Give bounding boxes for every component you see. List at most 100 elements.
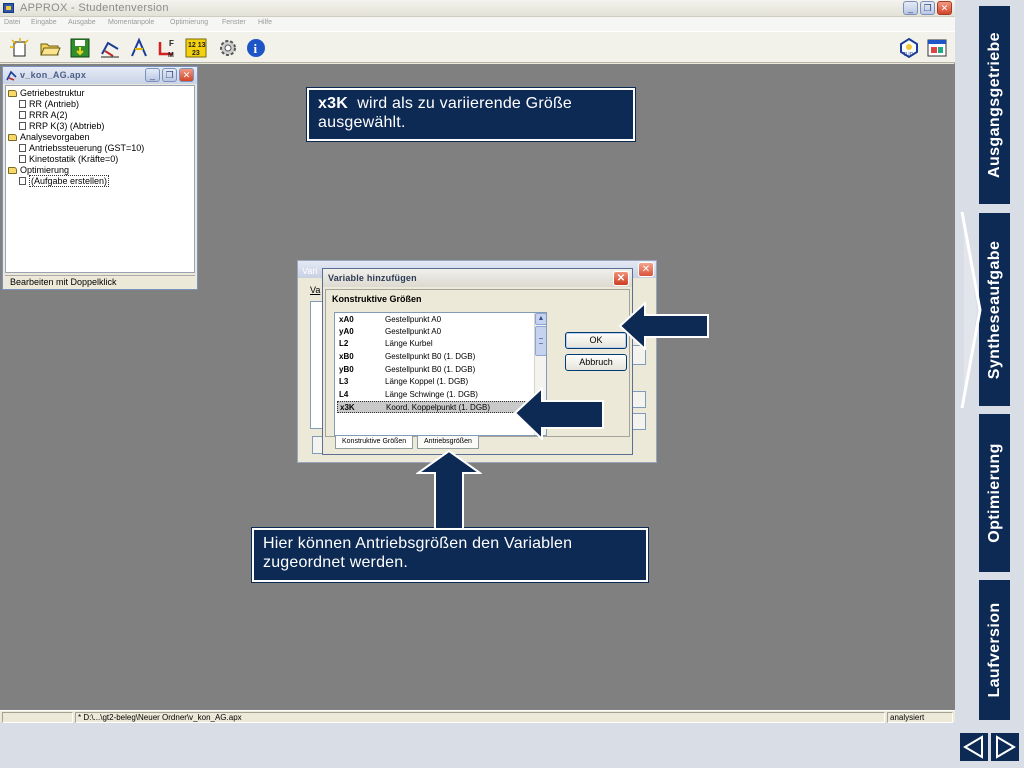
window-icon[interactable]	[926, 37, 948, 59]
list-item-desc: Länge Kurbel	[385, 339, 433, 348]
ok-button[interactable]: OK	[565, 332, 627, 349]
list-item[interactable]: L4 Länge Schwinge (1. DGB)	[337, 389, 529, 401]
menu-fenster[interactable]: Fenster	[222, 19, 246, 26]
variables-dialog-close-button[interactable]: ✕	[638, 262, 654, 277]
list-item-desc: Gestellpunkt A0	[385, 315, 442, 324]
menu-optimierung[interactable]: Optimierung	[170, 19, 208, 26]
group-label: Konstruktive Größen	[332, 294, 422, 304]
app-title: APPROX - Studentenversion	[20, 2, 169, 14]
list-item-code: xB0	[339, 352, 354, 361]
tree-item-kinetostatik[interactable]: Kinetostatik (Kräfte=0)	[19, 154, 118, 165]
variables-dialog-label: Va	[310, 285, 321, 295]
menu-hilfe[interactable]: Hilfe	[258, 19, 272, 26]
nav-tab-label: Optimierung	[985, 443, 1003, 543]
tree-item-label: Antriebssteuerung (GST=10)	[29, 143, 145, 153]
folder-icon	[8, 134, 17, 141]
nav-tab-syntheseaufgabe[interactable]: Syntheseaufgabe	[979, 213, 1010, 406]
tree-item-label: RR (Antrieb)	[29, 99, 80, 109]
tab-antriebsgroessen[interactable]: Antriebsgrößen	[417, 436, 479, 449]
tree-maximize-button[interactable]: ❐	[162, 68, 177, 82]
tree-item-rr[interactable]: RR (Antrieb)	[19, 99, 79, 110]
variables-dialog-title: Vari	[302, 266, 318, 276]
list-item-desc: Länge Koppel (1. DGB)	[385, 377, 469, 386]
list-item[interactable]: xB0 Gestellpunkt B0 (1. DGB)	[337, 351, 529, 363]
cancel-button[interactable]: Abbruch	[565, 354, 627, 371]
menu-datei[interactable]: Datei	[4, 19, 20, 26]
callout-drive-note: Hier können Antriebsgrößen den Variablen…	[252, 528, 648, 582]
tree-item-label: RRR A(2)	[29, 110, 68, 120]
tree-window: v_kon_AG.apx _ ❐ ✕ Getriebestruktur RR (…	[2, 66, 198, 290]
list-item-code: x3K	[340, 403, 355, 412]
scroll-up-icon[interactable]: ▲	[535, 313, 546, 325]
triangle-right-icon	[996, 735, 1016, 759]
triangle-left-icon	[963, 735, 983, 759]
force-icon[interactable]: FM	[156, 37, 178, 59]
list-item[interactable]: L3 Länge Koppel (1. DGB)	[337, 376, 529, 388]
tree-minimize-button[interactable]: _	[145, 68, 160, 82]
tree-item-analysevorgaben[interactable]: Analysevorgaben	[8, 132, 90, 143]
active-tab-pointer-icon	[960, 211, 982, 409]
maximize-button[interactable]: ❐	[920, 1, 935, 15]
list-item[interactable]: yB0 Gestellpunkt B0 (1. DGB)	[337, 364, 529, 376]
open-folder-icon[interactable]	[39, 37, 61, 59]
add-variable-dialog-titlebar[interactable]: Variable hinzufügen ✕	[323, 269, 632, 287]
tree-item-antriebssteuerung[interactable]: Antriebssteuerung (GST=10)	[19, 143, 144, 154]
list-item-desc: Länge Schwinge (1. DGB)	[385, 390, 478, 399]
list-item-code: xA0	[339, 315, 354, 324]
list-item-selected[interactable]: x3K Koord. Koppelpunkt (1. DGB)	[337, 401, 529, 413]
arrow-to-ok-icon	[619, 302, 709, 350]
variables-button-right-2[interactable]	[632, 391, 646, 408]
tree-item-rrp[interactable]: RRP K(3) (Abtrieb)	[19, 121, 104, 132]
gear-icon[interactable]	[217, 37, 239, 59]
arrow-to-tab-icon	[416, 450, 482, 530]
close-button[interactable]: ✕	[937, 1, 952, 15]
list-item-desc: Gestellpunkt B0 (1. DGB)	[385, 365, 476, 374]
menu-eingabe[interactable]: Eingabe	[31, 19, 57, 26]
tree-close-button[interactable]: ✕	[179, 68, 194, 82]
tree-window-title: v_kon_AG.apx	[20, 70, 87, 80]
tree-window-titlebar[interactable]: v_kon_AG.apx _ ❐ ✕	[3, 67, 197, 84]
list-item-code: L3	[339, 377, 349, 386]
menu-ausgabe[interactable]: Ausgabe	[68, 19, 96, 26]
tu-dresden-logo-icon[interactable]: TUD	[898, 37, 920, 59]
svg-text:TUD: TUD	[903, 52, 914, 58]
scroll-thumb[interactable]	[535, 326, 546, 356]
tab-konstruktive-groessen[interactable]: Konstruktive Größen	[335, 436, 414, 449]
list-item-code: yA0	[339, 327, 354, 336]
list-item-desc: Gestellpunkt A0	[385, 327, 442, 336]
document-icon	[19, 100, 26, 108]
next-slide-button[interactable]	[991, 733, 1019, 761]
nav-tab-label: Laufversion	[985, 602, 1003, 698]
nav-tab-ausgangsgetriebe[interactable]: Ausgangsgetriebe	[979, 6, 1010, 204]
tree-item-aufgabe-erstellen[interactable]: (Aufgabe erstellen)	[19, 175, 110, 187]
info-icon[interactable]: i	[245, 37, 267, 59]
list-item-code: yB0	[339, 365, 354, 374]
list-item[interactable]: yA0 Gestellpunkt A0	[337, 326, 529, 338]
tree-item-rrr[interactable]: RRR A(2)	[19, 110, 68, 121]
minimize-button[interactable]: _	[903, 1, 918, 15]
list-item-desc: Gestellpunkt B0 (1. DGB)	[385, 352, 476, 361]
linkage-icon[interactable]	[128, 37, 150, 59]
list-item-code: L2	[339, 339, 349, 348]
new-document-icon[interactable]	[9, 37, 31, 59]
tree-item-getriebestruktur[interactable]: Getriebestruktur	[8, 88, 85, 99]
arrow-to-x3k-icon	[514, 387, 604, 440]
add-variable-dialog-title: Variable hinzufügen	[328, 273, 417, 283]
menu-momentanpole[interactable]: Momentanpole	[108, 19, 154, 26]
nav-tab-optimierung[interactable]: Optimierung	[979, 414, 1010, 572]
mechanism-icon[interactable]	[99, 37, 121, 59]
svg-text:M: M	[168, 52, 174, 59]
svg-text:F: F	[169, 39, 174, 48]
list-item-code: L4	[339, 390, 349, 399]
calc-bottom-label: 23	[192, 50, 200, 57]
save-icon[interactable]	[69, 37, 91, 59]
list-item[interactable]: xA0 Gestellpunkt A0	[337, 314, 529, 326]
tree-item-label: Optimierung	[20, 165, 70, 175]
add-variable-dialog-close-button[interactable]: ✕	[613, 271, 629, 286]
variables-button-right-3[interactable]	[632, 413, 646, 430]
previous-slide-button[interactable]	[960, 733, 988, 761]
calculation-icon[interactable]: 12 13 23	[185, 37, 207, 59]
nav-tab-laufversion[interactable]: Laufversion	[979, 580, 1010, 720]
callout-selection-text: wird als zu variierende Größe ausgewählt…	[318, 95, 573, 131]
list-item[interactable]: L2 Länge Kurbel	[337, 338, 529, 350]
